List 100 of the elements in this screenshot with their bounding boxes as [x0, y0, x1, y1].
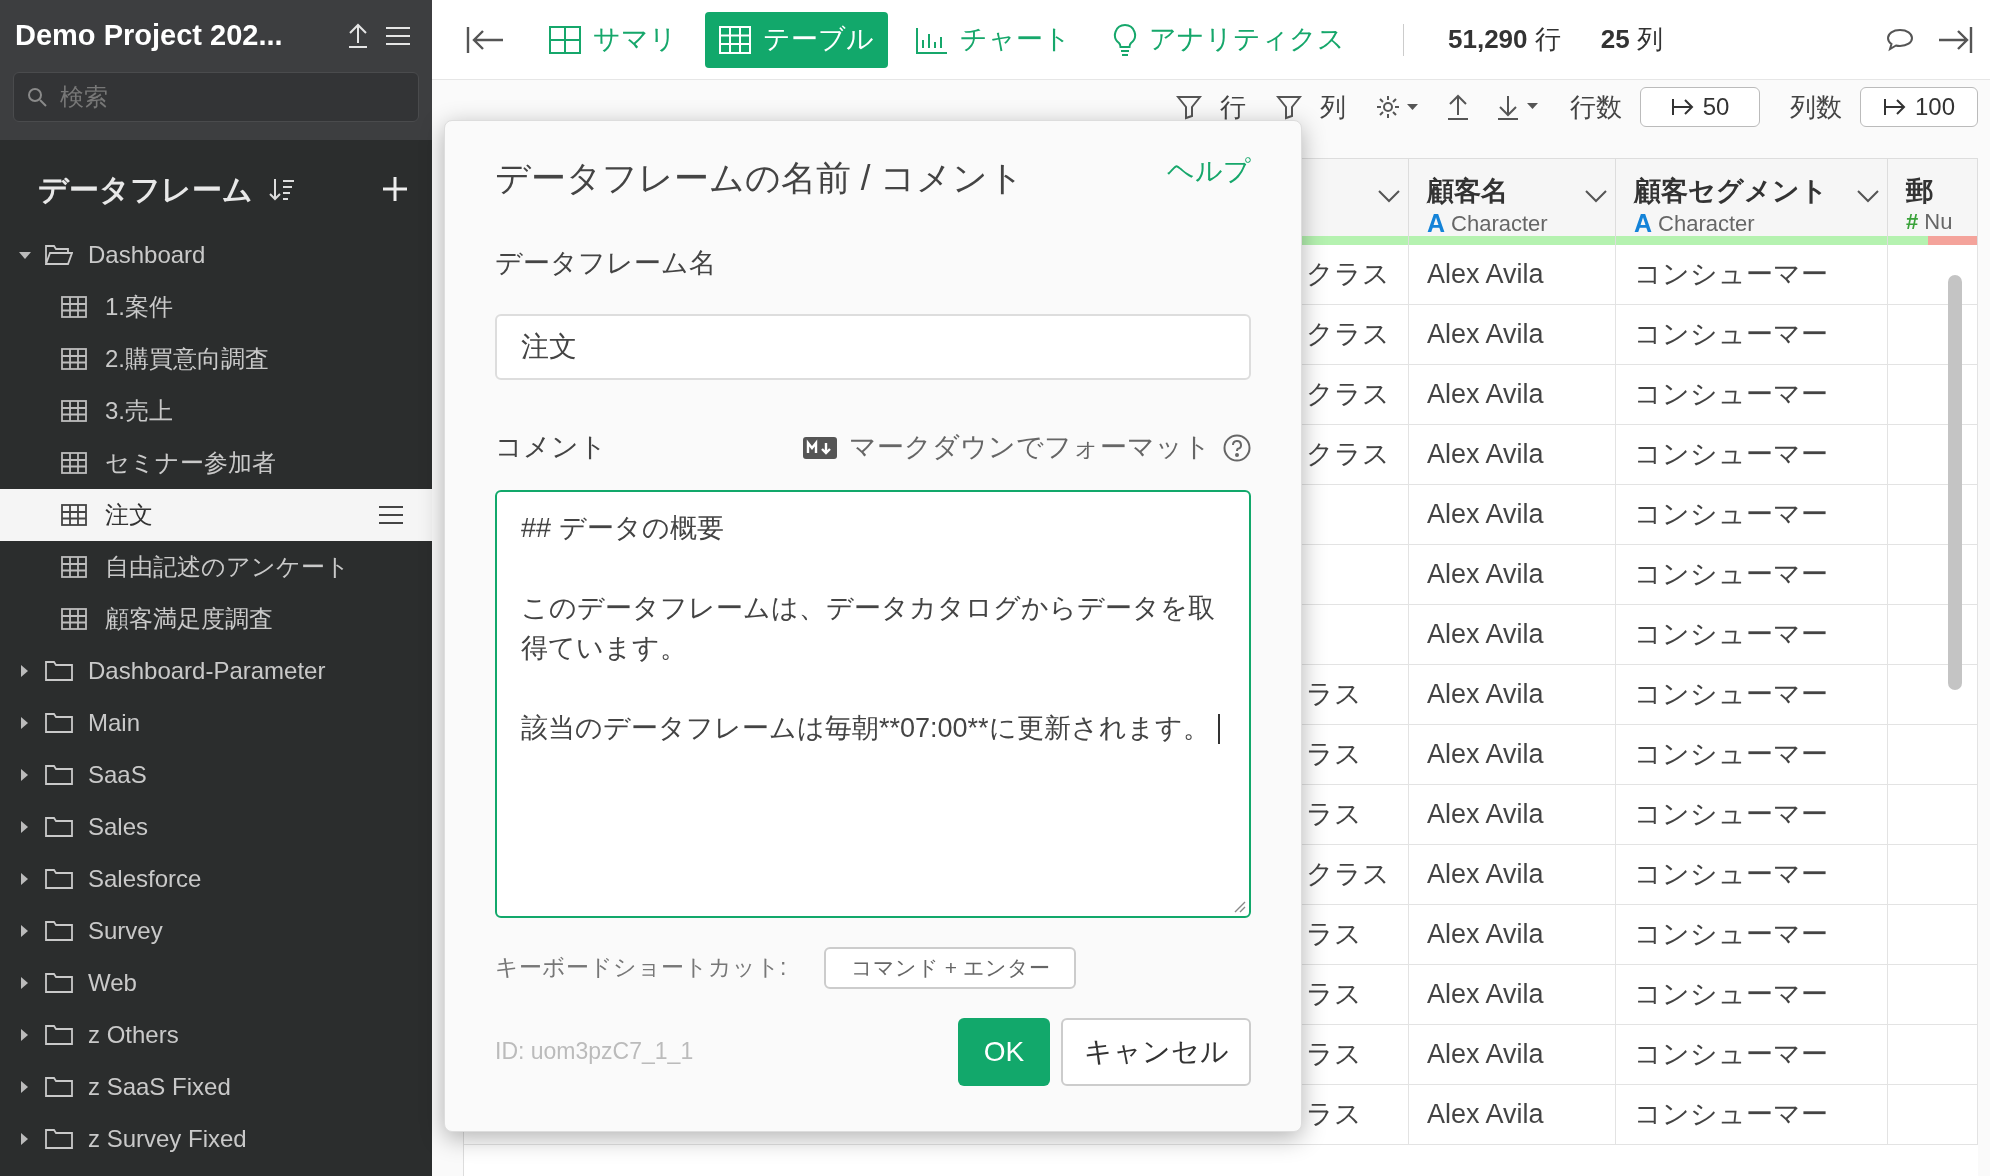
table-cell: Alex Avila [1409, 425, 1616, 485]
comment-line: ## データの概要 [521, 511, 725, 545]
chevron-down-icon[interactable] [1857, 189, 1879, 203]
upload-icon[interactable] [1446, 93, 1470, 121]
dialog-title: データフレームの名前 / コメント [495, 156, 1025, 199]
column-count-label: 列数 [1790, 90, 1842, 124]
column-title: 顧客名 [1427, 175, 1508, 208]
search-icon [27, 87, 47, 107]
table-cell: コンシューマー [1616, 725, 1888, 785]
grid-icon [549, 25, 581, 54]
cancel-button[interactable]: キャンセル [1061, 1017, 1251, 1086]
name-field[interactable]: 注文 [495, 313, 1251, 380]
type-symbol: # [1906, 208, 1919, 236]
table-icon [61, 400, 87, 422]
dataframe-item[interactable]: 顧客満足度調査 [0, 593, 432, 645]
table-icon [61, 504, 87, 526]
table-cell: Alex Avila [1409, 545, 1616, 605]
folder-item[interactable]: Main [0, 697, 432, 749]
comment-label: コメント [495, 431, 607, 465]
folder-item[interactable]: SaaS [0, 749, 432, 801]
table-icon [61, 452, 87, 474]
table-cell: Alex Avila [1409, 485, 1616, 545]
folder-item[interactable]: z Survey Fixed [0, 1113, 432, 1165]
collapse-left-icon[interactable] [465, 24, 505, 55]
row-count-button[interactable]: 50 [1640, 87, 1760, 127]
chevron-down-icon[interactable] [1585, 189, 1607, 203]
table-cell: コンシューマー [1616, 605, 1888, 665]
column-type: Nu [1924, 208, 1953, 236]
table-cell: Alex Avila [1409, 785, 1616, 845]
table-icon [719, 25, 751, 54]
folder-item[interactable]: Salesforce [0, 853, 432, 905]
table-cell: コンシューマー [1616, 785, 1888, 845]
table-cell: Alex Avila [1409, 905, 1616, 965]
table-cell: コンシューマー [1616, 665, 1888, 725]
bar-chart-icon [916, 25, 948, 54]
table-cell: Alex Avila [1409, 1025, 1616, 1085]
chevron-down-icon[interactable] [1378, 189, 1400, 203]
type-symbol: A [1427, 208, 1446, 239]
sort-icon[interactable] [269, 177, 295, 201]
dataframe-item[interactable]: 注文 [0, 489, 432, 541]
section-title: データフレーム [38, 171, 253, 208]
folder-item[interactable]: z Others [0, 1009, 432, 1061]
menu-icon[interactable] [385, 25, 411, 47]
name-label: データフレーム名 [495, 247, 717, 280]
table-cell: コンシューマー [1616, 1025, 1888, 1085]
add-icon[interactable] [382, 176, 408, 202]
column-title: 顧客セグメント [1634, 175, 1828, 208]
column-count-button[interactable]: 100 [1860, 87, 1978, 127]
folder-item[interactable]: Web [0, 957, 432, 1009]
dataframe-item[interactable]: セミナー参加者 [0, 437, 432, 489]
arrow-to-icon [1670, 97, 1695, 117]
folder-icon [45, 712, 73, 734]
folder-item[interactable]: Sales [0, 801, 432, 853]
column-count: 25 列 [1600, 23, 1663, 56]
table-cell: コンシューマー [1616, 305, 1888, 365]
row-count-label: 行数 [1570, 90, 1622, 124]
collapse-right-icon[interactable] [1938, 24, 1974, 55]
folder-icon [45, 660, 73, 682]
table-icon [61, 348, 87, 370]
lightbulb-icon [1113, 23, 1137, 56]
column-title: 郵 [1906, 175, 1933, 208]
dataframe-item[interactable]: 3.売上 [0, 385, 432, 437]
dataframe-item[interactable]: 2.購買意向調査 [0, 333, 432, 385]
folder-icon [45, 1024, 73, 1046]
shortcut-key: コマンド + エンター [824, 946, 1077, 989]
table-cell: コンシューマー [1616, 545, 1888, 605]
filter-icon[interactable] [1276, 94, 1302, 120]
markdown-hint: マークダウンでフォーマット [849, 431, 1211, 465]
folder-item[interactable]: z SaaS Fixed [0, 1061, 432, 1113]
shortcut-label: キーボードショートカット: [495, 953, 787, 983]
filter-icon[interactable] [1176, 94, 1202, 120]
table-cell: コンシューマー [1616, 905, 1888, 965]
table-cell: Alex Avila [1409, 725, 1616, 785]
column-filter-label[interactable]: 列 [1320, 87, 1346, 127]
arrow-to-icon [1882, 97, 1907, 117]
folder-icon [45, 1128, 73, 1150]
row-count: 51,290 行 [1448, 23, 1561, 56]
search-field[interactable]: 検索 [13, 72, 419, 122]
menu-icon[interactable] [378, 505, 404, 525]
folder-icon [45, 920, 73, 942]
folder-item[interactable]: Dashboard [0, 229, 432, 281]
table-cell: コンシューマー [1616, 425, 1888, 485]
table-cell: Alex Avila [1409, 1085, 1616, 1145]
table-icon [61, 556, 87, 578]
column-type: Character [1451, 210, 1548, 239]
dataframe-item[interactable]: 1.案件 [0, 281, 432, 333]
scrollbar-thumb[interactable] [1948, 275, 1962, 690]
table-cell: コンシューマー [1616, 965, 1888, 1025]
comment-icon[interactable] [1886, 26, 1914, 53]
help-icon[interactable] [1223, 433, 1251, 462]
download-icon[interactable] [1496, 93, 1540, 121]
settings-icon[interactable] [1376, 94, 1420, 120]
table-cell: Alex Avila [1409, 665, 1616, 725]
table-cell: Alex Avila [1409, 305, 1616, 365]
folder-item[interactable]: Survey [0, 905, 432, 957]
comment-field[interactable]: ## データの概要 このデータフレームは、データカタログからデータを取得ています。 該当のデータフレームは毎朝**07:00**に更新されます。 [495, 489, 1251, 918]
folder-icon [45, 244, 73, 266]
folder-icon [45, 1076, 73, 1098]
dataframe-item[interactable]: 自由記述のアンケート [0, 541, 432, 593]
folder-item[interactable]: Dashboard-Parameter [0, 645, 432, 697]
